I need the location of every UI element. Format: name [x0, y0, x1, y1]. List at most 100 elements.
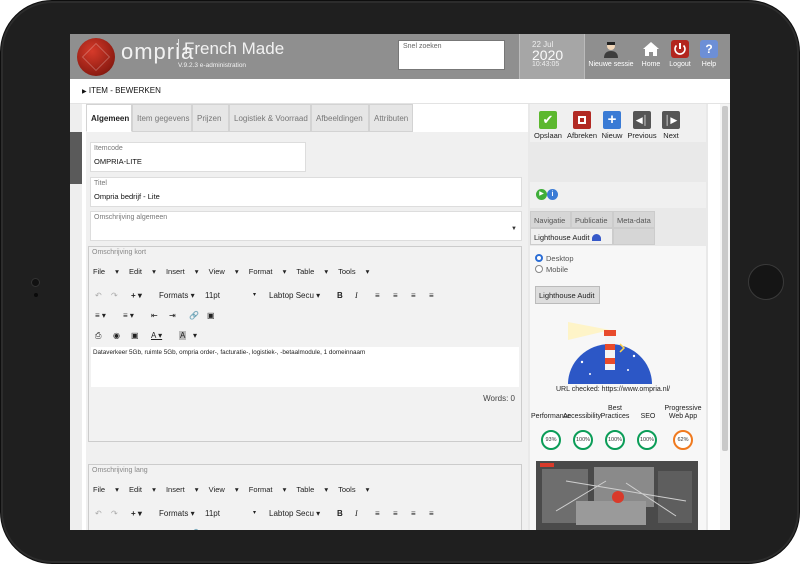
lighthouse-audit-button[interactable]: Lighthouse Audit — [535, 286, 600, 304]
menu-table[interactable]: Table ▾ — [296, 267, 328, 276]
lang-bullet-list-icon[interactable]: ≡ ▾ — [95, 529, 106, 530]
image-icon[interactable]: ▣ — [207, 311, 215, 320]
numbered-list-icon[interactable]: ≡ ▾ — [123, 311, 134, 320]
logout-button[interactable]: Logout — [667, 40, 693, 68]
italic-icon[interactable]: I — [355, 291, 358, 300]
undo-icon[interactable]: ↶ — [95, 291, 102, 300]
new-session-button[interactable]: Nieuwe sessie — [586, 40, 636, 68]
lang-indent-icon[interactable]: ⇥ — [169, 529, 176, 530]
date-box: 22 Jul 2020 10:43:05 — [519, 34, 585, 79]
left-collapse-strip[interactable] — [70, 104, 82, 530]
lang-menu-edit[interactable]: Edit ▾ — [129, 485, 156, 494]
lang-menu-view-label: View — [208, 485, 225, 494]
redo-icon[interactable]: ↷ — [111, 291, 118, 300]
menu-insert-label: Insert — [165, 267, 185, 276]
tab-attributen[interactable]: Attributen — [369, 104, 413, 132]
align-right-icon[interactable]: ≡ — [411, 291, 416, 300]
lang-formats-dropdown[interactable]: Formats ▾ — [159, 509, 195, 518]
menu-tools[interactable]: Tools ▾ — [338, 267, 369, 276]
info-icon[interactable]: i — [547, 189, 558, 200]
lang-menu-tools[interactable]: Tools ▾ — [338, 485, 369, 494]
itemcode-field[interactable]: Itemcode OMPRIA-LITE — [90, 142, 306, 172]
font-size-dropdown[interactable]: 11pt — [205, 291, 220, 300]
formats-dropdown[interactable]: Formats ▾ — [159, 291, 195, 300]
lang-menu-insert[interactable]: Insert ▾ — [166, 485, 199, 494]
lang-align-justify-icon[interactable]: ≡ — [429, 509, 434, 518]
menu-insert[interactable]: Insert ▾ — [166, 267, 199, 276]
media-icon[interactable]: ▣ — [131, 331, 139, 340]
menu-edit-label: Edit — [129, 267, 142, 276]
lighthouse-illustration-icon — [568, 322, 652, 384]
lang-undo-icon[interactable]: ↶ — [95, 509, 102, 518]
menu-edit[interactable]: Edit ▾ — [129, 267, 156, 276]
search-input[interactable]: Snel zoeken — [398, 40, 505, 70]
background-color-arrow-icon[interactable]: ▾ — [193, 331, 197, 340]
tab-spacer — [613, 228, 655, 245]
lang-menu-format[interactable]: Format ▾ — [249, 485, 287, 494]
indent-icon[interactable]: ⇥ — [169, 311, 176, 320]
bullet-list-icon[interactable]: ≡ ▾ — [95, 311, 106, 320]
tab-afbeeldingen[interactable]: Afbeeldingen — [311, 104, 369, 132]
new-button[interactable]: + Nieuw — [600, 111, 624, 140]
cancel-button[interactable]: Afbreken — [564, 111, 600, 140]
collapse-handle[interactable] — [70, 132, 82, 184]
lang-menu-view[interactable]: View ▾ — [209, 485, 239, 494]
tab-algemeen[interactable]: Algemeen — [86, 104, 132, 132]
menu-view[interactable]: View ▾ — [209, 267, 239, 276]
menu-file[interactable]: File ▾ — [93, 267, 119, 276]
titel-field[interactable]: Titel Ompria bedrijf - Lite — [90, 177, 522, 207]
radio-mobile[interactable]: Mobile — [535, 265, 568, 274]
align-left-icon[interactable]: ≡ — [375, 291, 380, 300]
next-button[interactable]: │▶ Next — [659, 111, 683, 140]
lang-menu-file[interactable]: File ▾ — [93, 485, 119, 494]
font-family-dropdown[interactable]: Labtop Secu ▾ — [269, 291, 320, 300]
background-color-icon[interactable]: A — [179, 331, 187, 340]
align-center-icon[interactable]: ≡ — [393, 291, 398, 300]
lang-font-family-dropdown[interactable]: Labtop Secu ▾ — [269, 509, 320, 518]
clock: 10:43:05 — [532, 61, 560, 68]
radio-desktop[interactable]: Desktop — [535, 254, 574, 263]
preview-icon[interactable]: ◉ — [113, 331, 120, 340]
save-button[interactable]: ✔ Opslaan — [532, 111, 564, 140]
lang-align-center-icon[interactable]: ≡ — [393, 509, 398, 518]
tab-meta-data[interactable]: Meta-data — [613, 211, 655, 228]
lang-numbered-list-icon[interactable]: ≡ ▾ — [123, 529, 134, 530]
lang-align-right-icon[interactable]: ≡ — [411, 509, 416, 518]
lang-image-icon[interactable]: ▣ — [207, 529, 215, 530]
tab-publicatie[interactable]: Publicatie — [571, 211, 613, 228]
tab-logistiek[interactable]: Logistiek & Voorraad — [229, 104, 311, 132]
editor-kort-content[interactable]: Dataverkeer 5Gb, ruimte 5Gb, ompria orde… — [91, 347, 519, 387]
lang-align-left-icon[interactable]: ≡ — [375, 509, 380, 518]
lang-font-size-dropdown[interactable]: 11pt — [205, 509, 220, 518]
lang-menu-table[interactable]: Table ▾ — [296, 485, 328, 494]
link-icon[interactable]: 🔗 — [189, 311, 199, 320]
lang-outdent-icon[interactable]: ⇤ — [151, 529, 158, 530]
align-justify-icon[interactable]: ≡ — [429, 291, 434, 300]
tab-lighthouse-audit[interactable]: Lighthouse Audit — [530, 228, 613, 245]
lang-link-icon[interactable]: 🔗 — [189, 529, 199, 530]
text-color-icon[interactable]: A ▾ — [151, 331, 162, 340]
help-button[interactable]: ? Help — [696, 40, 722, 68]
play-icon[interactable]: ▶ — [536, 189, 547, 200]
lang-redo-icon[interactable]: ↷ — [111, 509, 118, 518]
tab-prijzen[interactable]: Prijzen — [192, 104, 229, 132]
insert-plus-icon[interactable]: + ▾ — [131, 291, 142, 300]
website-screenshot-thumbnail — [536, 461, 698, 530]
font-size-arrow-icon: ▾ — [253, 292, 257, 298]
score-gauge-seo: 100% — [637, 430, 657, 450]
lang-bold-icon[interactable]: B — [337, 509, 343, 518]
tab-navigatie[interactable]: Navigatie — [530, 211, 571, 228]
home-hardware-button[interactable] — [748, 264, 784, 300]
outdent-icon[interactable]: ⇤ — [151, 311, 158, 320]
scrollbar-thumb[interactable] — [722, 106, 728, 451]
lang-insert-plus-icon[interactable]: + ▾ — [131, 509, 142, 518]
print-icon[interactable]: ⎙ — [95, 331, 101, 341]
home-button[interactable]: Home — [638, 40, 664, 68]
bold-icon[interactable]: B — [337, 291, 343, 300]
screen: ompria French Made V.9.2.3 e-administrat… — [70, 34, 730, 530]
tab-item-gegevens[interactable]: Item gegevens — [132, 104, 192, 132]
menu-format[interactable]: Format ▾ — [249, 267, 287, 276]
omschrijving-algemeen-select[interactable]: Omschrijving algemeen ▼ — [90, 211, 522, 241]
previous-button[interactable]: ◀│ Previous — [625, 111, 659, 140]
lang-italic-icon[interactable]: I — [355, 509, 358, 518]
